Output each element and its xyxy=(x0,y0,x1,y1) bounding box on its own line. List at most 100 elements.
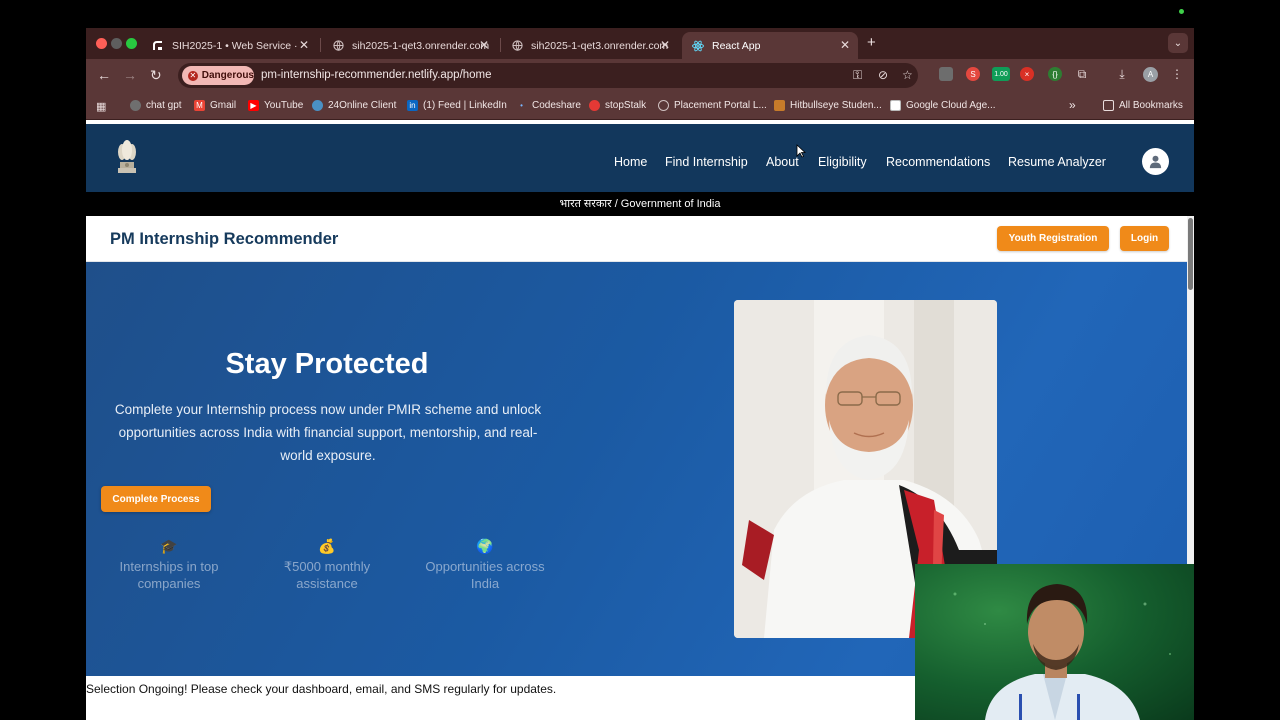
login-button[interactable]: Login xyxy=(1120,226,1169,251)
national-emblem-icon xyxy=(118,140,136,173)
bookmark-chat-gpt[interactable]: chat gpt xyxy=(130,100,182,111)
nav-recommendations[interactable]: Recommendations xyxy=(886,155,990,169)
bookmark-label: All Bookmarks xyxy=(1119,100,1183,111)
new-tab-button[interactable]: + xyxy=(867,34,876,51)
danger-icon: ✕ xyxy=(188,70,198,81)
tab-onrender-1[interactable]: sih2025-1-qet3.onrender.com ✕ xyxy=(322,32,497,59)
back-button[interactable]: ← xyxy=(97,67,111,83)
feature-opportunities: 🌍 Opportunities across India xyxy=(410,538,560,592)
bookmark-linkedin[interactable]: in (1) Feed | LinkedIn xyxy=(407,100,507,111)
reload-button[interactable]: ↻ xyxy=(150,67,162,83)
apps-grid-icon[interactable]: ▦ xyxy=(96,100,106,113)
menu-kebab-icon[interactable]: ⋮ xyxy=(1170,67,1184,81)
tab-search-button[interactable]: ⌄ xyxy=(1168,33,1188,53)
youth-registration-button[interactable]: Youth Registration xyxy=(997,226,1109,251)
globe-icon xyxy=(511,40,523,52)
security-chip[interactable]: ✕ Dangerous xyxy=(182,66,254,85)
gov-strip: भारत सरकार / Government of India xyxy=(86,192,1194,216)
complete-process-button[interactable]: Complete Process xyxy=(101,486,211,512)
nav-find-internship[interactable]: Find Internship xyxy=(665,155,748,169)
close-tab-icon[interactable]: ✕ xyxy=(299,38,309,52)
mouse-cursor-icon xyxy=(796,144,806,158)
youtube-icon: ▶ xyxy=(248,100,259,111)
profile-avatar[interactable]: A xyxy=(1143,67,1158,82)
bookmark-label: Codeshare xyxy=(532,100,581,111)
bookmark-stopstalk[interactable]: stopStalk xyxy=(589,100,646,111)
render-icon xyxy=(152,40,164,52)
hero-description: Complete your Internship process now und… xyxy=(114,402,542,463)
puzzle-icon[interactable]: ⧉ xyxy=(1075,67,1089,81)
eye-off-icon[interactable]: ⊘ xyxy=(878,68,888,82)
badge-extension-icon[interactable]: 1.00 xyxy=(992,67,1010,81)
nav-home[interactable]: Home xyxy=(614,155,647,169)
globe-icon xyxy=(332,40,344,52)
star-icon[interactable]: ☆ xyxy=(902,68,913,82)
cloud-icon xyxy=(312,100,323,111)
shield-extension-icon[interactable]: S xyxy=(966,67,980,81)
tab-react-app[interactable]: React App ✕ xyxy=(682,32,858,59)
bookmark-24online[interactable]: 24Online Client xyxy=(312,100,396,111)
close-tab-icon[interactable]: ✕ xyxy=(479,38,489,52)
json-extension-icon[interactable]: {} xyxy=(1048,67,1062,81)
tab-label: SIH2025-1 • Web Service · xyxy=(172,39,298,52)
tab-label: sih2025-1-qet3.onrender.com xyxy=(531,39,669,52)
recording-indicator xyxy=(1179,9,1184,14)
bookmark-hitbullseye[interactable]: Hitbullseye Studen... xyxy=(774,100,882,111)
close-window-button[interactable] xyxy=(96,38,107,49)
tab-render-service[interactable]: SIH2025-1 • Web Service · ✕ xyxy=(142,32,317,59)
site-brand[interactable]: PM Internship Recommender xyxy=(110,230,338,249)
tab-divider xyxy=(320,38,321,52)
close-tab-icon[interactable]: ✕ xyxy=(840,38,850,52)
forward-button[interactable]: → xyxy=(123,67,137,83)
tab-label: React App xyxy=(712,39,761,52)
hero-title: Stay Protected xyxy=(225,348,429,380)
close-tab-icon[interactable]: ✕ xyxy=(660,38,670,52)
security-chip-label: Dangerous xyxy=(201,70,254,81)
bookmark-label: stopStalk xyxy=(605,100,647,111)
hitbullseye-icon xyxy=(774,100,785,111)
url-text[interactable]: pm-internship-recommender.netlify.app/ho… xyxy=(261,69,492,81)
key-icon[interactable]: ⚿ xyxy=(853,68,862,83)
minimize-window-button[interactable] xyxy=(111,38,122,49)
nav-about[interactable]: About xyxy=(766,155,799,169)
feature-text: Opportunities across India xyxy=(425,559,545,591)
red-extension-icon[interactable]: × xyxy=(1020,67,1034,81)
download-icon[interactable]: ⤓ xyxy=(1115,67,1129,81)
bookmark-label: 24Online Client xyxy=(328,100,397,111)
scrollbar-thumb[interactable] xyxy=(1188,218,1193,290)
bookmark-label: Gmail xyxy=(210,100,237,111)
feature-text: ₹5000 monthly assistance xyxy=(283,559,371,591)
bookmarks-overflow-button[interactable]: » xyxy=(1069,98,1076,112)
bookmark-google-cloud[interactable]: Google Cloud Age... xyxy=(890,100,996,111)
graduation-cap-icon: 🎓 xyxy=(160,538,178,554)
feature-text: Internships in top companies xyxy=(119,559,219,591)
bookmark-codeshare[interactable]: • Codeshare xyxy=(516,100,581,111)
linkedin-icon: in xyxy=(407,100,418,111)
tab-label: sih2025-1-qet3.onrender.com xyxy=(352,39,490,52)
folder-icon xyxy=(1103,100,1114,111)
address-bar[interactable]: ✕ Dangerous pm-internship-recommender.ne… xyxy=(178,63,918,88)
maximize-window-button[interactable] xyxy=(126,38,137,49)
feature-assistance: 💰 ₹5000 monthly assistance xyxy=(252,538,402,592)
all-bookmarks-button[interactable]: All Bookmarks xyxy=(1103,100,1183,111)
tab-onrender-2[interactable]: sih2025-1-qet3.onrender.com ✕ xyxy=(501,32,678,59)
react-icon xyxy=(692,40,704,52)
nav-eligibility[interactable]: Eligibility xyxy=(818,155,867,169)
gov-nav-bar: Home Find Internship About Eligibility R… xyxy=(86,124,1194,192)
reload-icon: ↻ xyxy=(150,67,162,83)
globe-icon xyxy=(658,100,669,111)
gmail-icon: M xyxy=(194,100,205,111)
bookmark-placement-portal[interactable]: Placement Portal L... xyxy=(658,100,767,111)
webcam-overlay xyxy=(915,564,1194,720)
extension-icon[interactable] xyxy=(939,67,953,81)
bookmark-label: Placement Portal L... xyxy=(674,100,767,111)
tab-strip: SIH2025-1 • Web Service · ✕ sih2025-1-qe… xyxy=(86,28,1194,59)
browser-window: SIH2025-1 • Web Service · ✕ sih2025-1-qe… xyxy=(86,28,1194,720)
stopstalk-icon xyxy=(589,100,600,111)
bookmark-label: (1) Feed | LinkedIn xyxy=(423,100,507,111)
user-profile-button[interactable] xyxy=(1142,148,1169,175)
nav-resume-analyzer[interactable]: Resume Analyzer xyxy=(1008,155,1106,169)
bookmark-youtube[interactable]: ▶ YouTube xyxy=(248,100,303,111)
bookmark-gmail[interactable]: M Gmail xyxy=(194,100,236,111)
document-icon xyxy=(890,100,901,111)
